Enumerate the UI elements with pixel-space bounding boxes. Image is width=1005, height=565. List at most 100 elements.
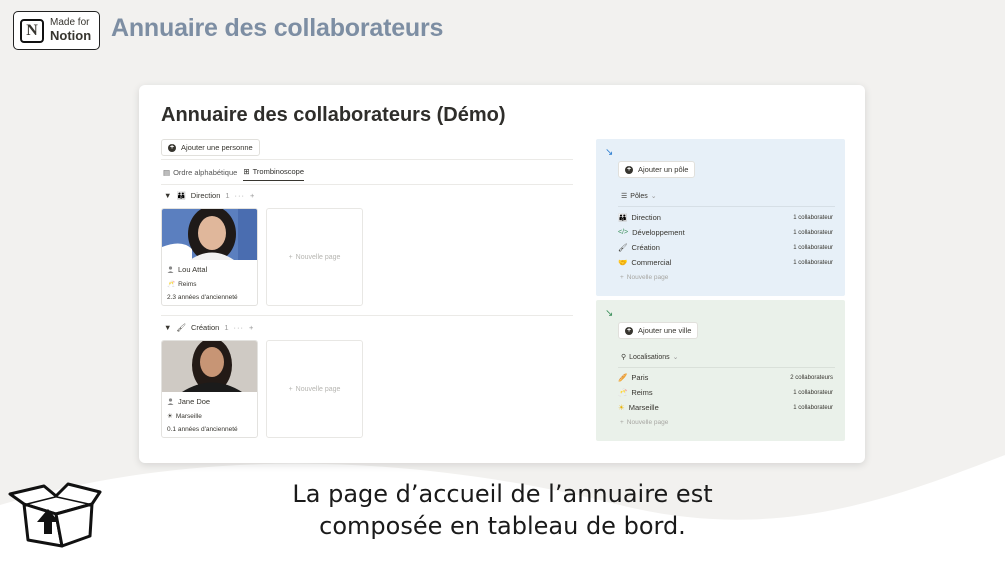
made-for-notion-badge: N Made for Notion [13, 11, 100, 50]
divider [161, 159, 573, 160]
card-city: Reims [178, 280, 197, 288]
add-icon[interactable]: + [250, 191, 255, 200]
slide-caption: La page d’accueil de l’annuaire est comp… [0, 478, 1005, 542]
more-icon[interactable]: ··· [235, 191, 246, 200]
notion-logo-icon: N [20, 18, 44, 43]
add-icon[interactable]: + [249, 323, 254, 332]
divider [161, 315, 573, 316]
add-pole-button[interactable]: + Ajouter un pôle [618, 161, 696, 178]
ville-row-reims[interactable]: 🥂 Reims 1 collaborateur [618, 388, 833, 397]
new-page-label: Nouvelle page [295, 253, 341, 261]
notion-page-title: Annuaire des collaborateurs (Démo) [161, 104, 506, 126]
gallery-card-jane-doe[interactable]: Jane Doe ☀ Marseille 0.1 années d'ancien… [161, 340, 258, 438]
localisations-view-selector[interactable]: ⚲ Localisations ⌄ [621, 353, 679, 362]
badge-line2: Notion [50, 27, 92, 43]
card-name: Jane Doe [178, 397, 211, 406]
code-icon: </> [618, 229, 629, 236]
divider [618, 206, 835, 207]
ville-row-marseille[interactable]: ☀ Marseille 1 collaborateur [618, 403, 833, 412]
row-label: Création [631, 243, 660, 252]
divider [161, 184, 573, 185]
new-page-row[interactable]: + Nouvelle page [620, 419, 668, 426]
tab-label: Trombinoscope [252, 167, 305, 176]
group-header-creation[interactable]: ▼ 🖌 Création 1 ··· + [164, 323, 254, 332]
tab-ordre-alphabetique[interactable]: ▤ Ordre alphabétique [163, 167, 237, 181]
pole-row-commercial[interactable]: 🤝 Commercial 1 collaborateur [618, 258, 833, 267]
paintbrush-icon: 🖌 [618, 243, 628, 252]
group-label: Direction [190, 191, 221, 200]
row-label: Paris [631, 373, 649, 382]
more-icon[interactable]: ··· [234, 323, 245, 332]
row-count: 1 collaborateur [793, 244, 833, 251]
table-icon: ▤ [163, 167, 171, 177]
chevron-down-icon: ⌄ [672, 354, 679, 361]
card-name: Lou Attal [178, 265, 208, 274]
caption-line2: composée en tableau de bord. [319, 512, 686, 540]
caret-down-icon[interactable]: ▼ [164, 323, 171, 332]
chevron-down-icon: ⌄ [650, 193, 657, 200]
city-emoji-icon: 🥂 [167, 281, 176, 288]
card-city: Marseille [175, 412, 202, 420]
list-icon: ☰ [621, 193, 628, 200]
plus-circle-icon: + [625, 165, 633, 174]
row-label: Développement [632, 228, 685, 237]
ville-row-paris[interactable]: 🥖 Paris 2 collaborateurs [618, 373, 833, 382]
view-label: Localisations [629, 353, 670, 361]
group-header-direction[interactable]: ▼ 👪 Direction 1 ··· + [164, 191, 255, 200]
paintbrush-icon: 🖌 [176, 323, 186, 332]
profile-photo [162, 209, 257, 260]
new-page-card[interactable]: + Nouvelle page [266, 208, 363, 306]
view-tabs: ▤ Ordre alphabétique ⊞ Trombinoscope [163, 167, 305, 181]
plus-icon: + [288, 253, 293, 261]
new-page-label: Nouvelle page [626, 274, 669, 281]
gallery-card-lou-attal[interactable]: Lou Attal 🥂 Reims 2.3 années d'anciennet… [161, 208, 258, 306]
person-icon [167, 398, 174, 405]
plus-circle-icon: + [168, 143, 176, 152]
row-count: 2 collaborateurs [790, 374, 833, 381]
group-label: Création [190, 323, 220, 332]
notion-screenshot-card: Annuaire des collaborateurs (Démo) + Ajo… [139, 85, 865, 463]
plus-icon: + [620, 274, 624, 281]
add-person-label: Ajouter une personne [181, 143, 253, 152]
poles-panel: ↘ + Ajouter un pôle ☰ Pôles ⌄ 👪 Direction… [596, 139, 845, 296]
pole-row-developpement[interactable]: </> Développement 1 collaborateur [618, 228, 833, 237]
caret-down-icon[interactable]: ▼ [164, 191, 171, 200]
new-page-card[interactable]: + Nouvelle page [266, 340, 363, 438]
pole-row-direction[interactable]: 👪 Direction 1 collaborateur [618, 213, 833, 222]
tab-trombinoscope[interactable]: ⊞ Trombinoscope [243, 167, 305, 181]
add-person-button[interactable]: + Ajouter une personne [161, 139, 260, 156]
family-icon: 👪 [176, 191, 186, 200]
sun-icon: ☀ [618, 403, 625, 412]
add-ville-button[interactable]: + Ajouter une ville [618, 322, 699, 339]
row-count: 1 collaborateur [793, 214, 833, 221]
group-count: 1 [225, 191, 230, 200]
row-count: 1 collaborateur [793, 259, 833, 266]
profile-photo [162, 341, 257, 392]
family-icon: 👪 [618, 213, 628, 222]
add-pole-label: Ajouter un pôle [638, 165, 689, 174]
card-seniority: 2.3 années d'ancienneté [167, 294, 238, 301]
row-label: Reims [631, 388, 653, 397]
new-page-label: Nouvelle page [295, 385, 341, 393]
card-seniority: 0.1 années d'ancienneté [167, 426, 238, 433]
row-count: 1 collaborateur [793, 389, 833, 396]
champagne-icon: 🥂 [618, 388, 628, 397]
add-ville-label: Ajouter une ville [638, 326, 692, 335]
handshake-icon: 🤝 [618, 258, 628, 267]
gallery-icon: ⊞ [243, 167, 250, 176]
row-label: Commercial [631, 258, 672, 267]
poles-view-selector[interactable]: ☰ Pôles ⌄ [621, 192, 657, 201]
arrow-down-right-icon: ↘ [605, 147, 614, 158]
new-page-label: Nouvelle page [626, 419, 669, 426]
person-icon [167, 266, 174, 273]
caption-line1: La page d’accueil de l’annuaire est [292, 480, 713, 508]
location-pin-icon: ⚲ [621, 354, 627, 361]
plus-icon: + [288, 385, 293, 393]
view-label: Pôles [630, 192, 648, 200]
row-count: 1 collaborateur [793, 229, 833, 236]
plus-icon: + [620, 419, 624, 426]
new-page-row[interactable]: + Nouvelle page [620, 274, 668, 281]
pole-row-creation[interactable]: 🖌 Création 1 collaborateur [618, 243, 833, 252]
city-emoji-icon: ☀ [167, 413, 173, 420]
row-label: Direction [631, 213, 661, 222]
